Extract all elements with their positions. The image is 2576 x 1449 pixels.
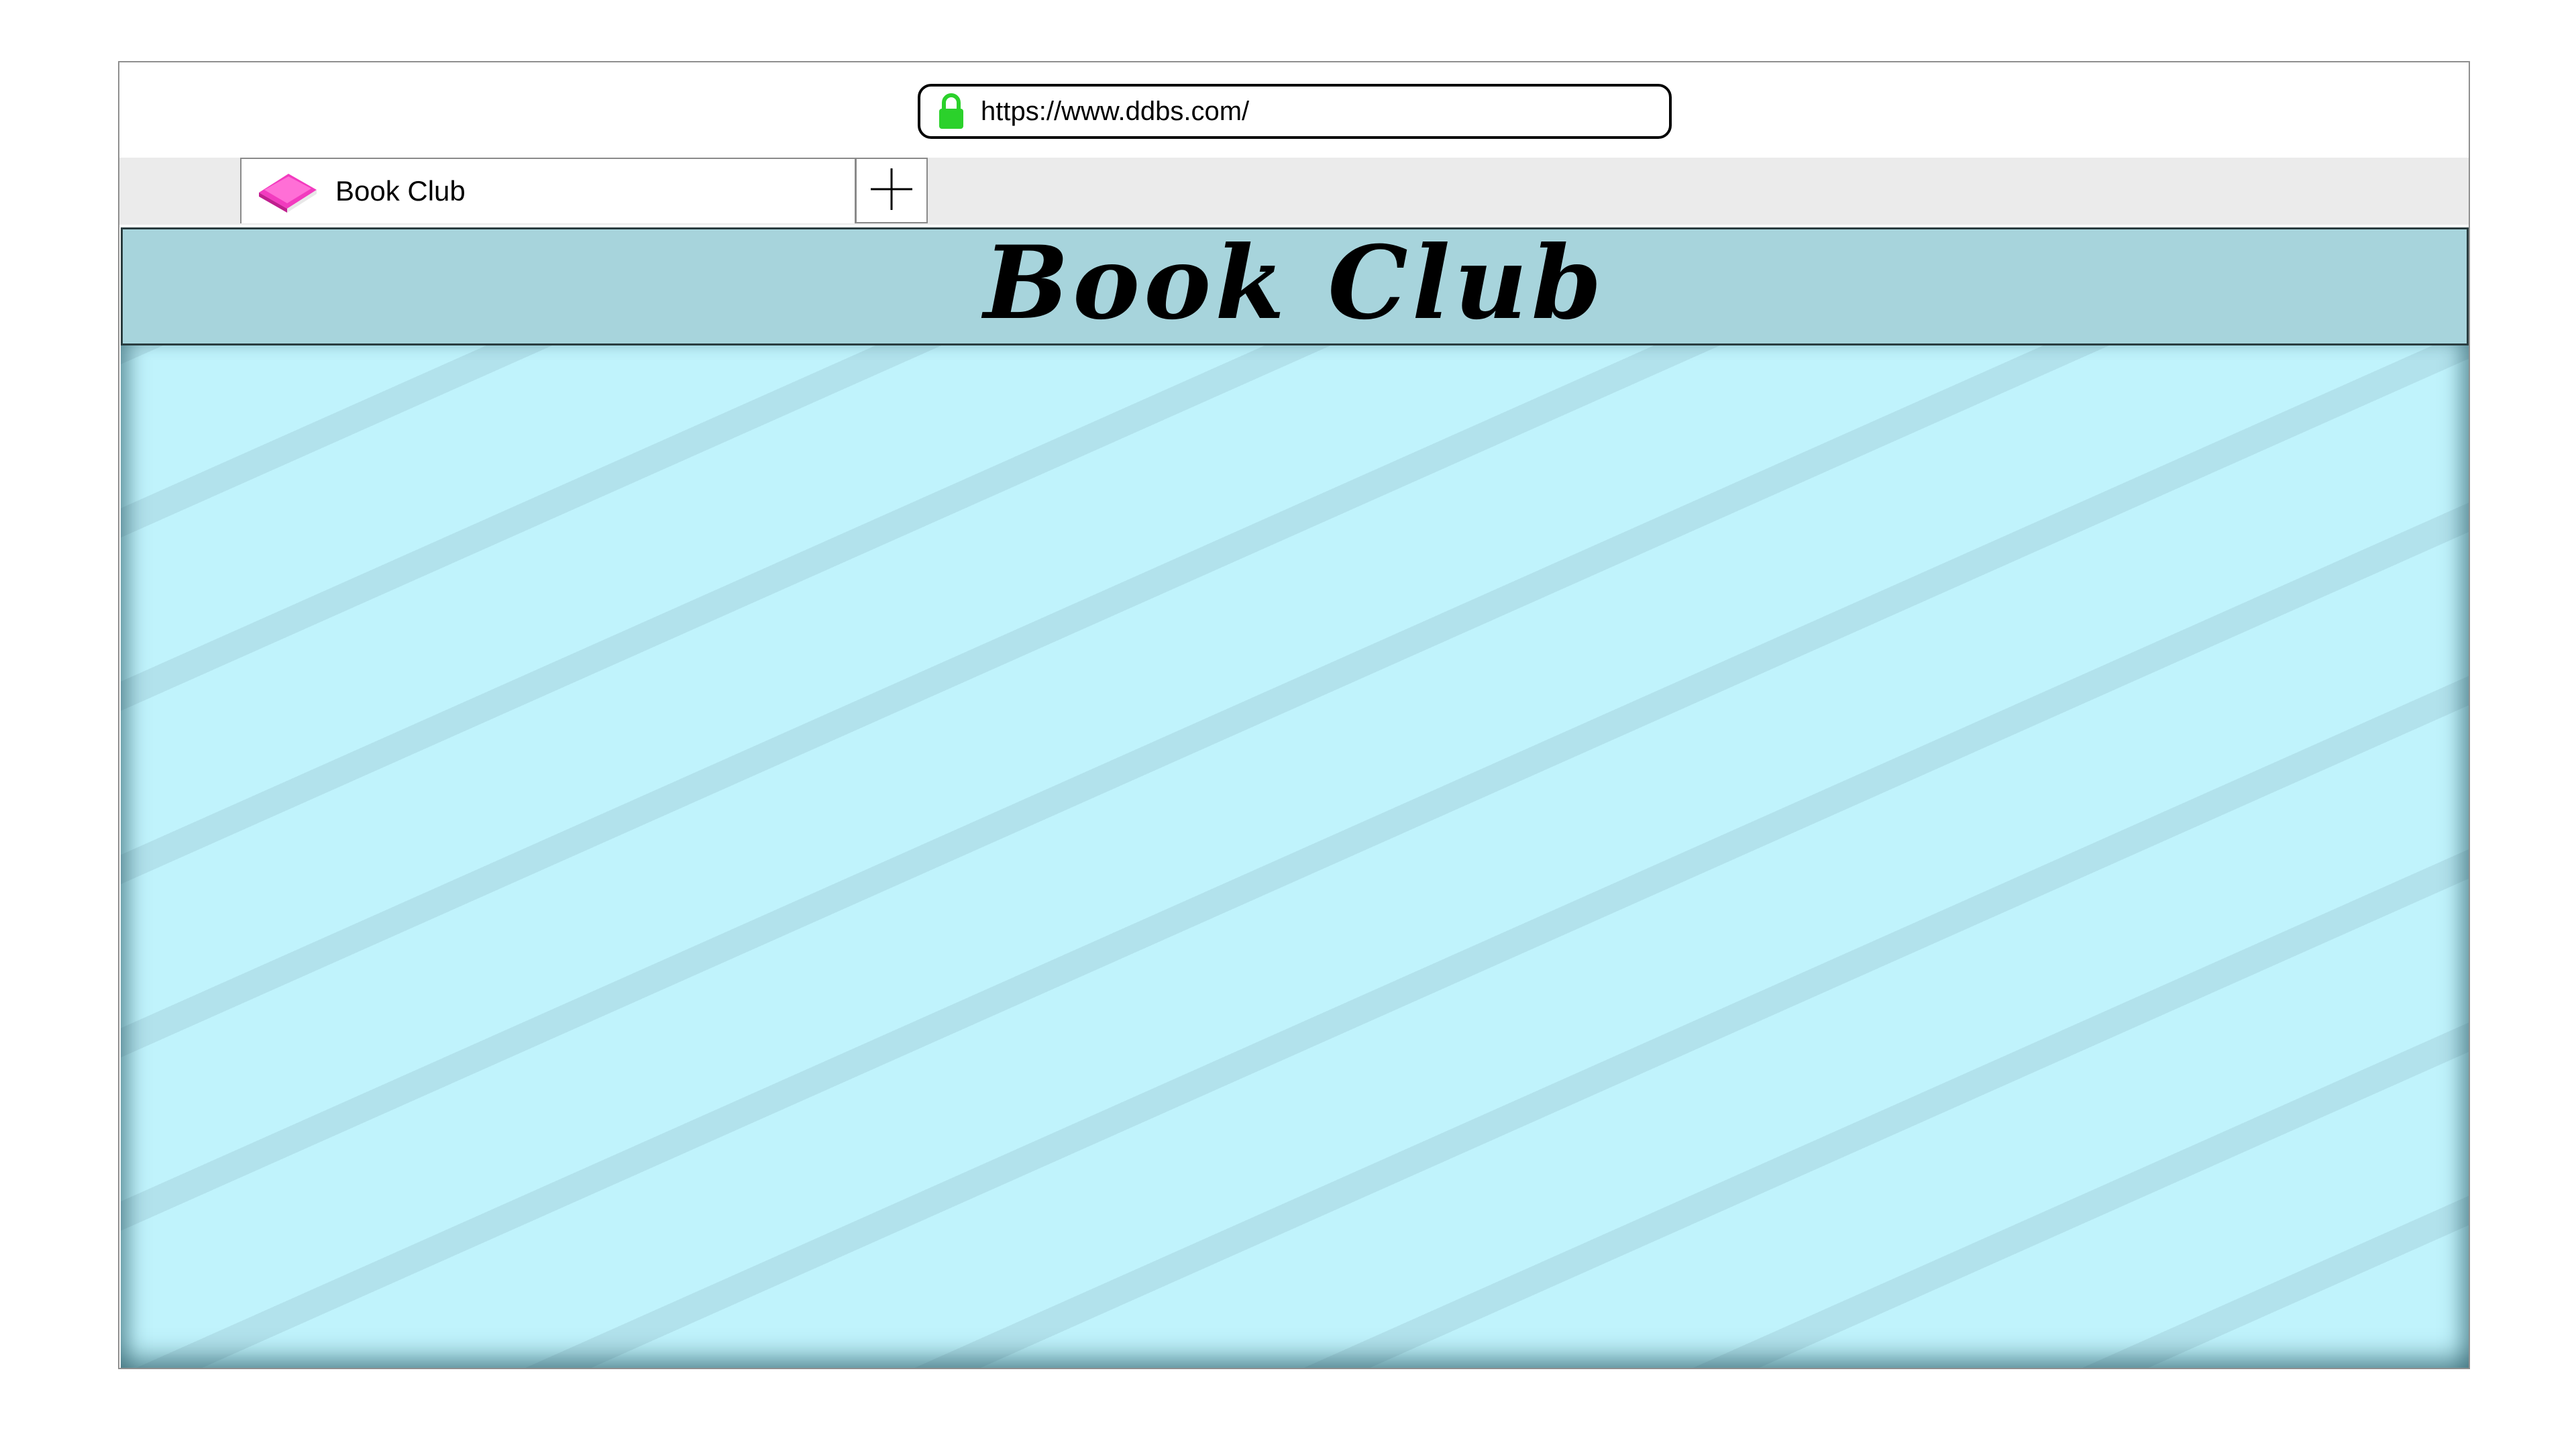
- url-text: https://www.ddbs.com/: [981, 96, 1250, 126]
- tab-strip: Book Club: [119, 158, 2469, 225]
- new-tab-button[interactable]: [855, 158, 928, 223]
- page-title: Book Club: [983, 224, 1606, 342]
- address-bar-row: https://www.ddbs.com/: [119, 62, 2469, 158]
- tab-book-club[interactable]: Book Club: [240, 158, 856, 223]
- url-field[interactable]: https://www.ddbs.com/: [918, 84, 1672, 139]
- page-body: [121, 345, 2469, 1368]
- page-header: Book Club: [121, 227, 2469, 345]
- lock-icon: [936, 91, 966, 131]
- browser-window: https://www.ddbs.com/ Book Club Book Clu…: [118, 61, 2470, 1369]
- plus-icon: [869, 167, 914, 215]
- book-icon: [256, 170, 319, 213]
- tab-label: Book Club: [335, 175, 466, 207]
